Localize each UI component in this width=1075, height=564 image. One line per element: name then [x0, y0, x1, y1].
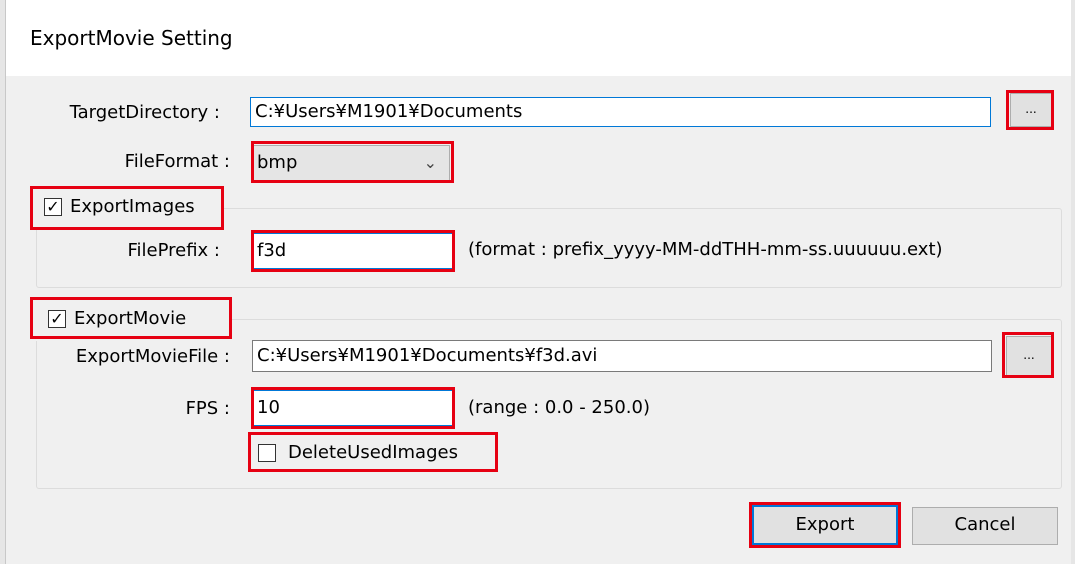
dialog-title: ExportMovie Setting [30, 26, 233, 50]
delete-used-images-toggle[interactable]: DeleteUsedImages [250, 434, 498, 472]
file-prefix-input[interactable]: f3d [252, 233, 454, 269]
cancel-button[interactable]: Cancel [912, 507, 1058, 545]
target-directory-label: TargetDirectory : [69, 102, 220, 123]
file-prefix-format-hint: (format : prefix_yyyy-MM-ddTHH-mm-ss.uuu… [468, 239, 943, 260]
export-movie-checkbox[interactable]: ✓ [48, 310, 66, 328]
delete-used-images-checkbox[interactable] [258, 444, 276, 462]
export-movie-file-label: ExportMovieFile : [75, 346, 230, 367]
chevron-down-icon: ⌄ [423, 153, 437, 172]
target-directory-browse-button[interactable]: ... [1010, 93, 1052, 127]
file-format-value: bmp [257, 152, 298, 173]
export-images-toggle[interactable]: ✓ ExportImages [30, 186, 224, 230]
export-movie-toggle[interactable]: ✓ ExportMovie [30, 297, 232, 341]
checkmark-icon: ✓ [46, 197, 60, 216]
export-images-label: ExportImages [70, 196, 195, 217]
file-format-label: FileFormat : [124, 151, 230, 172]
delete-used-images-label: DeleteUsedImages [288, 442, 458, 463]
export-images-checkbox[interactable]: ✓ [44, 198, 62, 216]
checkmark-icon: ✓ [50, 309, 64, 328]
export-button[interactable]: Export [752, 505, 898, 545]
export-movie-file-browse-button[interactable]: ... [1006, 336, 1052, 376]
export-movie-label: ExportMovie [74, 308, 187, 329]
file-format-select[interactable]: bmp ⌄ [252, 145, 450, 181]
export-movie-file-input[interactable]: C:¥Users¥M1901¥Documents¥f3d.avi [252, 340, 992, 372]
fps-range-hint: (range : 0.0 - 250.0) [468, 397, 650, 418]
fps-label: FPS : [185, 398, 230, 419]
fps-input[interactable]: 10 [252, 390, 454, 426]
target-directory-input[interactable]: C:¥Users¥M1901¥Documents [250, 97, 991, 127]
file-prefix-label: FilePrefix : [127, 240, 220, 261]
window-right-edge [1071, 0, 1075, 564]
